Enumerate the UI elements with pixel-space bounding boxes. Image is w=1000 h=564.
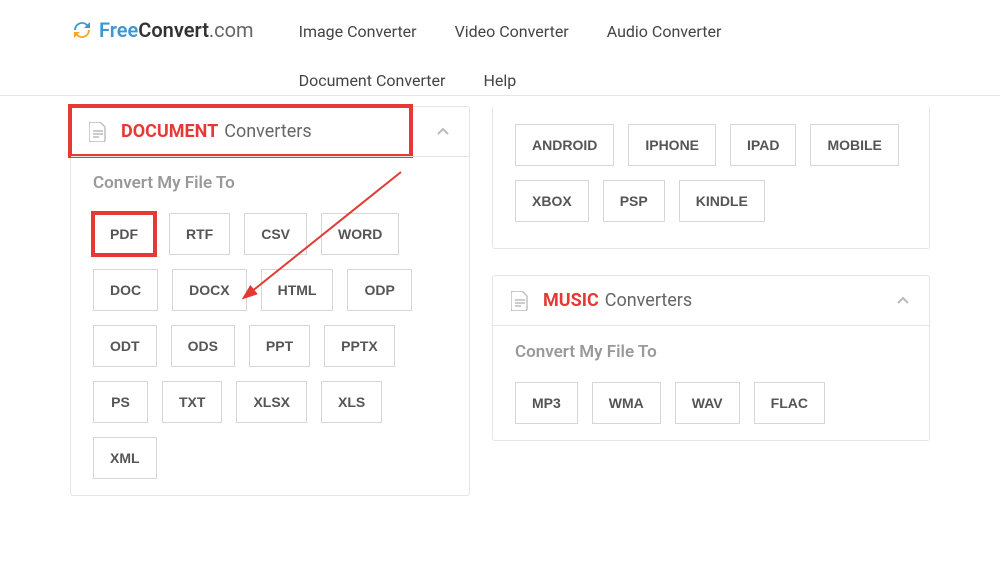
section-label: Convert My File To (515, 342, 907, 362)
document-panel-title-strong: DOCUMENT (121, 121, 218, 142)
chip-txt[interactable]: TXT (162, 381, 222, 423)
right-column: ANDROID IPHONE IPAD MOBILE XBOX PSP KINDLE MUS… (492, 106, 930, 496)
section-label: Convert My File To (93, 173, 447, 193)
nav-image-converter[interactable]: Image Converter (299, 22, 417, 41)
chip-ods[interactable]: ODS (171, 325, 235, 367)
site-header: FreeConvert.com Image Converter Video Co… (0, 0, 1000, 96)
chip-ipad[interactable]: IPAD (730, 124, 796, 166)
chip-odt[interactable]: ODT (93, 325, 157, 367)
chip-ppt[interactable]: PPT (249, 325, 310, 367)
nav-help[interactable]: Help (483, 71, 516, 90)
chip-android[interactable]: ANDROID (515, 124, 614, 166)
chip-ps[interactable]: PS (93, 381, 148, 423)
chip-html[interactable]: HTML (261, 269, 334, 311)
chip-doc[interactable]: DOC (93, 269, 158, 311)
chevron-up-icon (435, 124, 451, 140)
refresh-icon (70, 18, 94, 42)
document-panel-body: Convert My File To PDF RTF CSV WORD DOC DOCX H… (71, 157, 469, 495)
logo-free: Free (99, 18, 138, 42)
chip-word[interactable]: WORD (321, 213, 399, 255)
nav-video-converter[interactable]: Video Converter (455, 22, 569, 41)
logo-com: .com (209, 18, 254, 42)
music-chip-list: MP3 WMA WAV FLAC (515, 382, 907, 424)
music-panel-header[interactable]: MUSIC Converters (493, 276, 929, 326)
music-panel-title-strong: MUSIC (543, 290, 599, 311)
logo[interactable]: FreeConvert.com (70, 18, 254, 42)
document-panel-title-rest: Converters (224, 121, 311, 142)
chip-xml[interactable]: XML (93, 437, 157, 479)
document-icon (89, 122, 107, 142)
chip-kindle[interactable]: KINDLE (679, 180, 765, 222)
chip-rtf[interactable]: RTF (169, 213, 230, 255)
chip-xbox[interactable]: XBOX (515, 180, 589, 222)
chip-pdf[interactable]: PDF (93, 213, 155, 255)
chip-xls[interactable]: XLS (321, 381, 382, 423)
nav-audio-converter[interactable]: Audio Converter (607, 22, 722, 41)
music-panel-title-rest: Converters (605, 290, 692, 311)
nav-document-converter[interactable]: Document Converter (299, 71, 446, 90)
chip-xlsx[interactable]: XLSX (236, 381, 307, 423)
chip-iphone[interactable]: IPHONE (628, 124, 716, 166)
main-nav: Image Converter Video Converter Audio Co… (299, 12, 859, 90)
document-panel-header[interactable]: DOCUMENT Converters (71, 107, 469, 157)
chip-csv[interactable]: CSV (244, 213, 307, 255)
chip-docx[interactable]: DOCX (172, 269, 246, 311)
document-converters-panel: DOCUMENT Converters Convert My File To P… (70, 106, 470, 496)
chip-flac[interactable]: FLAC (754, 382, 825, 424)
logo-convert: Convert (138, 18, 209, 42)
chip-mobile[interactable]: MOBILE (810, 124, 898, 166)
chip-wma[interactable]: WMA (592, 382, 661, 424)
chevron-up-icon (895, 293, 911, 309)
chip-mp3[interactable]: MP3 (515, 382, 578, 424)
chip-pptx[interactable]: PPTX (324, 325, 395, 367)
music-panel-body: Convert My File To MP3 WMA WAV FLAC (493, 326, 929, 440)
chip-psp[interactable]: PSP (603, 180, 665, 222)
device-chip-list: ANDROID IPHONE IPAD MOBILE XBOX PSP KINDLE (515, 124, 907, 222)
device-converters-panel: ANDROID IPHONE IPAD MOBILE XBOX PSP KINDLE (492, 106, 930, 249)
chip-wav[interactable]: WAV (675, 382, 740, 424)
music-converters-panel: MUSIC Converters Convert My File To MP3 W… (492, 275, 930, 441)
chip-odp[interactable]: ODP (347, 269, 411, 311)
document-chip-list: PDF RTF CSV WORD DOC DOCX HTML ODP ODT ODS PPT PPTX… (93, 213, 447, 479)
document-icon (511, 291, 529, 311)
content: DOCUMENT Converters Convert My File To P… (0, 96, 1000, 496)
